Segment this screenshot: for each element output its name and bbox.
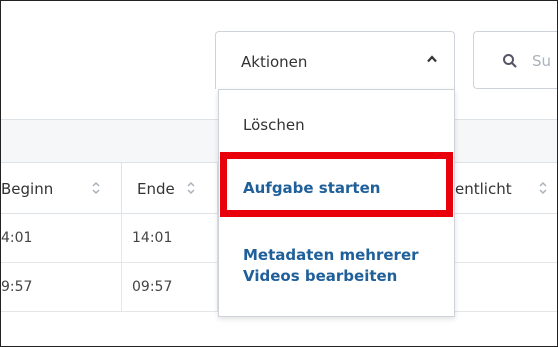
menu-item-edit-metadata-line1: Metadaten mehrerer: [243, 246, 419, 264]
column-header-beginn[interactable]: Beginn: [1, 163, 122, 213]
search-icon: [503, 54, 517, 68]
menu-item-start-task[interactable]: Aufgabe starten: [243, 179, 380, 197]
cell-ende-text: 14:01: [132, 230, 173, 246]
sort-icon: [92, 181, 100, 195]
sort-icon: [187, 181, 195, 195]
column-label-veroeffentlicht: entlicht: [455, 180, 512, 198]
screenshot-frame: Aktionen Su Beginn Ende entlicht 4:01 14…: [0, 0, 558, 347]
cell-ende: 14:01: [122, 214, 218, 262]
column-header-ende[interactable]: Ende: [122, 163, 218, 213]
menu-item-edit-metadata[interactable]: Metadaten mehrerer Videos bearbeiten: [243, 245, 419, 287]
column-label-beginn: Beginn: [1, 180, 54, 198]
cell-beginn-text: 9:57: [1, 279, 33, 295]
chevron-up-icon: [427, 55, 437, 63]
actions-menu: Löschen Aufgabe starten Metadaten mehrer…: [218, 89, 455, 317]
search-input[interactable]: Su: [473, 31, 557, 89]
menu-item-delete[interactable]: Löschen: [243, 116, 305, 134]
cell-ende: 09:57: [122, 263, 218, 311]
sort-icon: [539, 181, 547, 195]
menu-divider: [219, 157, 454, 158]
search-placeholder: Su: [532, 52, 552, 70]
cell-beginn: 4:01: [1, 214, 122, 262]
menu-item-edit-metadata-line2: Videos bearbeiten: [243, 267, 398, 285]
actions-dropdown-button[interactable]: Aktionen: [215, 31, 455, 89]
actions-label: Aktionen: [241, 53, 308, 71]
column-label-ende: Ende: [137, 180, 175, 198]
cell-ende-text: 09:57: [132, 279, 173, 295]
cell-beginn: 9:57: [1, 263, 122, 311]
cell-beginn-text: 4:01: [1, 230, 33, 246]
